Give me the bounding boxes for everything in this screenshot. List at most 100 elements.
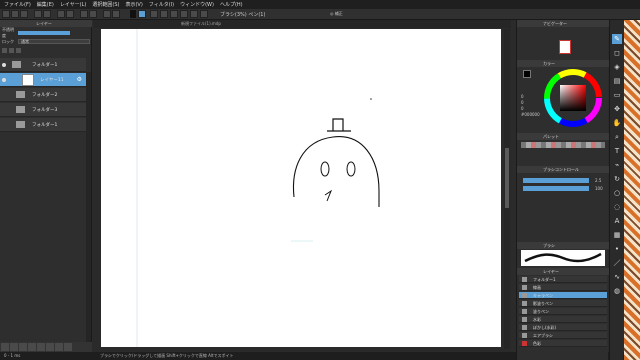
opacity-row: 不透明度 <box>2 27 90 38</box>
snap-button[interactable] <box>112 10 120 18</box>
perspective-button[interactable] <box>170 10 178 18</box>
drawing-canvas[interactable] <box>101 29 501 347</box>
canvas-scroll-thumb[interactable] <box>505 148 509 208</box>
brush-item[interactable]: 影塗りペン <box>519 300 607 307</box>
folder-icon <box>16 106 25 113</box>
add-folder-icon[interactable] <box>10 343 18 351</box>
opacity-slider[interactable] <box>18 30 70 35</box>
menu-layer[interactable]: レイヤー(L) <box>60 1 87 8</box>
brush-item[interactable]: 水彩 <box>519 316 607 323</box>
gear-icon[interactable]: ⚙ <box>77 76 82 83</box>
hand-icon[interactable]: ✋ <box>612 118 622 128</box>
antialias-button[interactable] <box>138 10 146 18</box>
menu-edit[interactable]: 編集(E) <box>37 1 54 8</box>
text-tool-icon[interactable]: A <box>612 216 622 226</box>
duplicate-layer-icon[interactable] <box>19 343 27 351</box>
eyedropper-icon[interactable]: ⌁ <box>612 160 622 170</box>
layer-scrollbar[interactable] <box>86 72 91 342</box>
hand-button[interactable] <box>200 10 208 18</box>
clip-checkbox[interactable] <box>9 48 14 53</box>
correction-label[interactable]: ◎ 補正 <box>330 11 343 17</box>
menu-view[interactable]: 表示(V) <box>125 1 142 8</box>
blur-icon[interactable]: ◍ <box>612 286 622 296</box>
eye-icon[interactable] <box>2 63 6 67</box>
fill-icon[interactable]: ◈ <box>612 62 622 72</box>
flip-button[interactable] <box>89 10 97 18</box>
brush-size-field[interactable] <box>130 10 136 18</box>
layer-row-folder[interactable]: フォルダー2 <box>0 88 86 102</box>
canvas-tab[interactable]: 新規ファイル(1).mdp <box>93 20 511 28</box>
save-button[interactable] <box>20 10 28 18</box>
deselect-button[interactable] <box>57 10 65 18</box>
add-layer-icon[interactable] <box>1 343 9 351</box>
menu-select[interactable]: 選択範囲(S) <box>92 1 119 8</box>
gradient-icon[interactable]: ▤ <box>612 76 622 86</box>
color-wheel[interactable] <box>543 68 603 128</box>
filter-button[interactable] <box>190 10 198 18</box>
merge-layer-icon[interactable] <box>28 343 36 351</box>
layer-name: フォルダー2 <box>32 93 58 98</box>
move-icon[interactable]: ✥ <box>612 104 622 114</box>
transform-button[interactable] <box>80 10 88 18</box>
brush-item[interactable]: 色彩 <box>519 340 607 347</box>
layer-thumbnail <box>22 74 34 86</box>
rotate-icon[interactable]: ↻ <box>612 174 622 184</box>
status-hint: ブラシでクリック/ドラッグして描画 Shift+クリックで直線 Altでスポイト <box>100 353 234 358</box>
brush-icon <box>522 325 527 330</box>
clear-layer-icon[interactable] <box>37 343 45 351</box>
text-icon[interactable]: T <box>612 146 622 156</box>
grid-button[interactable] <box>150 10 158 18</box>
curve-icon[interactable]: ∿ <box>612 272 622 282</box>
layer-row-folder[interactable]: フォルダー1 <box>0 118 86 132</box>
zoom-icon[interactable]: ⌕ <box>612 132 622 142</box>
status-left: 0 - 1 ms <box>4 353 21 358</box>
layer-row-selected[interactable]: レイヤー11 ⚙ <box>0 73 86 87</box>
pen-icon[interactable]: ✎ <box>612 34 622 44</box>
line-icon[interactable]: ／ <box>612 258 622 268</box>
move-up-icon[interactable] <box>46 343 54 351</box>
eye-icon[interactable] <box>2 78 6 82</box>
color-hex: #000000 <box>521 112 540 117</box>
layer-row-folder[interactable]: フォルダー3 <box>0 103 86 117</box>
brush-control-header: ブラシコントロール <box>517 166 609 173</box>
brush-item[interactable]: 線画 <box>519 284 607 291</box>
lock-checkbox[interactable] <box>2 48 7 53</box>
snap-off-button[interactable] <box>103 10 111 18</box>
fill-button[interactable] <box>66 10 74 18</box>
tool-column: ✎ ◻ ◈ ▤ ▭ ✥ ✋ ⌕ T ⌁ ↻ ○ ◌ A ▦ • ／ ∿ ◍ <box>609 20 623 360</box>
symmetry-button[interactable] <box>180 10 188 18</box>
brush-icon <box>522 293 527 298</box>
layer-row-folder[interactable]: フォルダー1 <box>0 58 86 72</box>
toolbar: ブラシ(3%) ペン(1) ◎ 補正 <box>0 9 640 20</box>
foreground-color-swatch[interactable] <box>523 70 531 78</box>
menu-filter[interactable]: フィルタ(I) <box>149 1 174 8</box>
brush-item[interactable]: フォルダー1 <box>519 276 607 283</box>
blend-mode-dropdown[interactable]: 通常 <box>18 39 90 44</box>
new-file-button[interactable] <box>2 10 10 18</box>
shape-icon[interactable]: ○ <box>612 188 622 198</box>
redo-button[interactable] <box>43 10 51 18</box>
navigator-preview[interactable] <box>559 40 571 54</box>
undo-button[interactable] <box>34 10 42 18</box>
brush-size-slider[interactable] <box>523 178 589 183</box>
brush-item[interactable]: ぼかし(水彩) <box>519 324 607 331</box>
brush-item[interactable]: 塗りペン <box>519 308 607 315</box>
ruler-button[interactable] <box>160 10 168 18</box>
move-down-icon[interactable] <box>55 343 63 351</box>
delete-layer-icon[interactable] <box>64 343 72 351</box>
eraser-icon[interactable]: ◻ <box>612 48 622 58</box>
menu-window[interactable]: ウィンドウ(W) <box>180 1 214 8</box>
brush-item[interactable]: エアブラシ <box>519 332 607 339</box>
folder-icon <box>12 61 21 68</box>
frame-icon[interactable]: ▦ <box>612 230 622 240</box>
dot-icon[interactable]: • <box>612 244 622 254</box>
palette-swatches[interactable] <box>521 142 605 148</box>
menu-file[interactable]: ファイル(F) <box>4 1 31 8</box>
brush-opacity-slider[interactable] <box>523 186 589 191</box>
lasso-icon[interactable]: ◌ <box>612 202 622 212</box>
open-file-button[interactable] <box>11 10 19 18</box>
menu-help[interactable]: ヘルプ(H) <box>220 1 243 8</box>
mask-checkbox[interactable] <box>16 48 21 53</box>
brush-item-selected[interactable]: キャラペン <box>519 292 607 299</box>
select-icon[interactable]: ▭ <box>612 90 622 100</box>
